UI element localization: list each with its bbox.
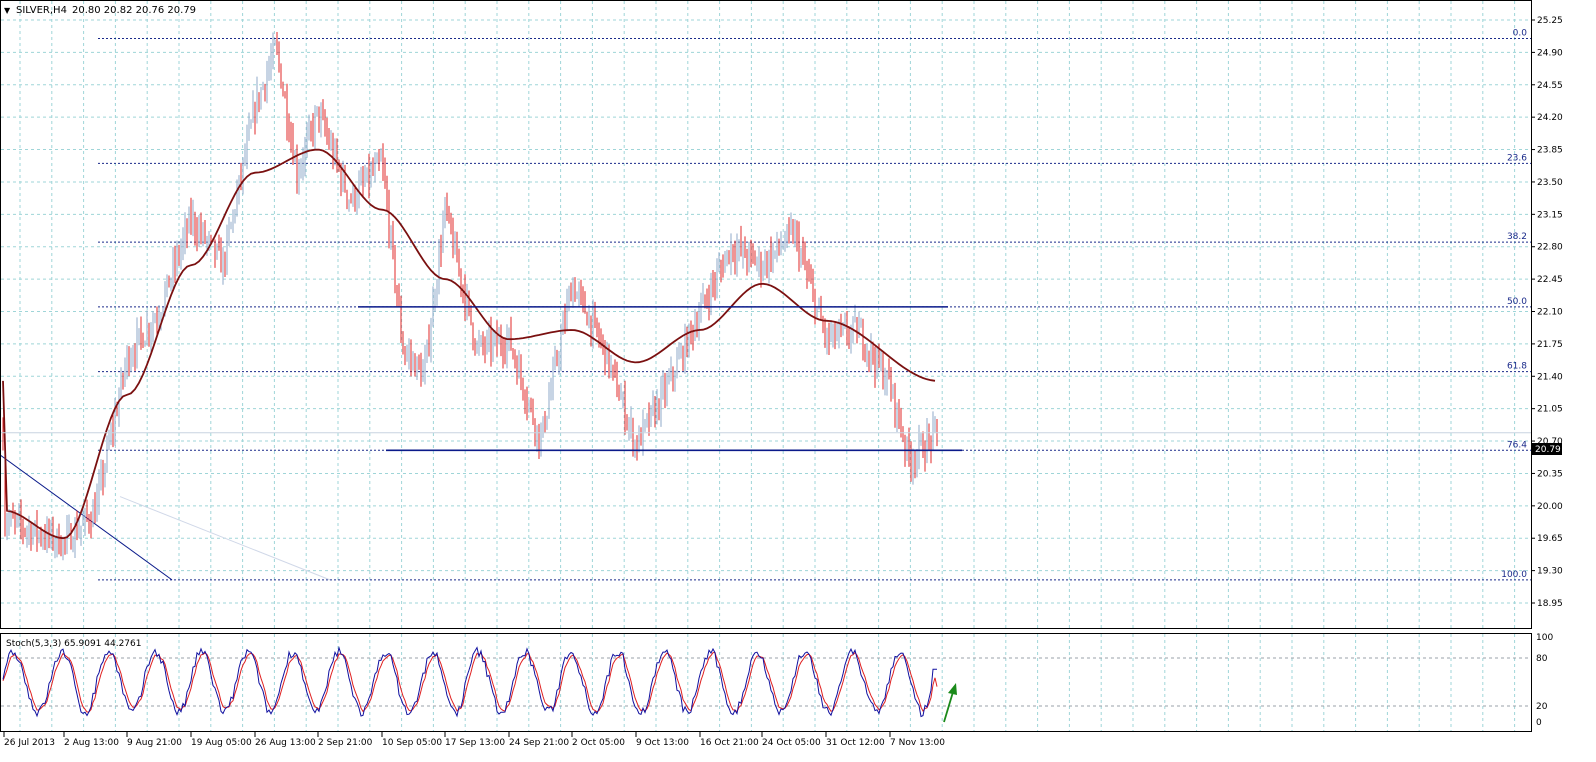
price-tick-label: 20.35 [1537, 469, 1563, 479]
price-tick-label: 24.90 [1537, 48, 1563, 58]
price-pane-frame [0, 0, 1532, 629]
price-tick-label: 22.45 [1537, 275, 1563, 285]
fibonacci-label: 76.4 [1507, 440, 1527, 450]
ohlc-values: 20.80 20.82 20.76 20.79 [72, 5, 196, 16]
time-axis: 26 Jul 2013 2 Aug 13:00 9 Aug 21:00 19 Aug … [3, 732, 945, 748]
stochastic-tick-label: 0 [1536, 718, 1542, 728]
up-arrow-icon [943, 683, 957, 723]
fibonacci-label: 38.2 [1507, 232, 1527, 242]
price-tick-label: 24.55 [1537, 81, 1563, 91]
price-tick-label: 20.00 [1537, 502, 1563, 512]
fibonacci-label: 61.8 [1507, 362, 1527, 372]
price-tick-label: 19.30 [1537, 567, 1563, 577]
price-tick-label: 21.05 [1537, 405, 1563, 415]
fibonacci-label: 23.6 [1507, 153, 1527, 163]
time-tick-label: 9 Oct 13:00 [636, 738, 689, 748]
price-tick-label: 19.65 [1537, 534, 1563, 544]
stochastic-pane-frame [0, 633, 1532, 732]
price-axis: 25.25 24.90 24.55 24.20 23.85 23.50 23.15 22.80… [1531, 16, 1563, 609]
current-price-value: 20.79 [1535, 445, 1561, 455]
price-bars [2, 32, 938, 561]
time-tick-label: 24 Oct 05:00 [762, 738, 821, 748]
price-tick-label: 21.40 [1537, 372, 1563, 382]
stochastic-tick-label: 80 [1536, 654, 1548, 664]
fibonacci-label: 50.0 [1507, 297, 1527, 307]
stochastic-tick-label: 100 [1536, 633, 1553, 643]
price-tick-label: 18.95 [1537, 599, 1563, 609]
price-tick-label: 24.20 [1537, 113, 1563, 123]
price-tick-label: 22.80 [1537, 243, 1563, 253]
support-resistance-levels[interactable] [358, 306, 962, 452]
time-tick-label: 16 Oct 21:00 [700, 738, 759, 748]
price-tick-label: 23.85 [1537, 146, 1563, 156]
grid [1, 1, 1531, 731]
time-tick-label: 26 Jul 2013 [4, 738, 55, 748]
time-tick-label: 2 Oct 05:00 [572, 738, 625, 748]
time-tick-label: 2 Aug 13:00 [64, 738, 119, 748]
symbol-label: SILVER,H4 [16, 5, 67, 16]
stochastic-label: Stoch(5,3,3) 65.9091 44.2761 [6, 639, 141, 649]
price-tick-label: 23.50 [1537, 178, 1563, 188]
time-tick-label: 26 Aug 13:00 [255, 738, 316, 748]
price-tick-label: 25.25 [1537, 16, 1563, 26]
stochastic-axis: 100 80 20 0 [1536, 633, 1553, 728]
time-tick-label: 31 Oct 12:00 [826, 738, 885, 748]
price-tick-label: 21.75 [1537, 340, 1563, 350]
price-tick-label: 22.10 [1537, 308, 1563, 318]
time-tick-label: 19 Aug 05:00 [191, 738, 252, 748]
chart: 0.023.638.250.061.876.4100.0 25.2524.902… [0, 0, 1563, 748]
fibonacci-label: 0.0 [1513, 29, 1528, 39]
price-tick-label: 23.15 [1537, 210, 1563, 220]
fibonacci-label: 100.0 [1501, 570, 1527, 580]
time-tick-label: 9 Aug 21:00 [127, 738, 182, 748]
time-tick-label: 7 Nov 13:00 [890, 738, 945, 748]
time-tick-label: 24 Sep 21:00 [509, 738, 569, 748]
time-tick-label: 10 Sep 05:00 [382, 738, 442, 748]
time-tick-label: 2 Sep 21:00 [318, 738, 373, 748]
time-tick-label: 17 Sep 13:00 [445, 738, 505, 748]
stochastic-tick-label: 20 [1536, 702, 1548, 712]
dropdown-arrow-icon[interactable]: ▼ [4, 6, 11, 15]
